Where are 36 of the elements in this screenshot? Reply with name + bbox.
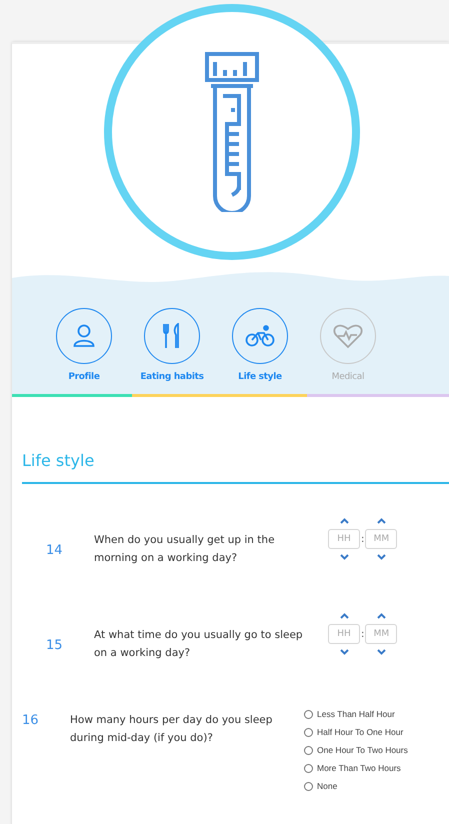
option-label[interactable]: Half Hour To One Hour <box>317 727 404 737</box>
test-tube-icon <box>205 52 259 212</box>
chevron-up-icon[interactable] <box>376 613 386 619</box>
question-text: At what time do you usually go to sleep on a working day? <box>94 628 304 661</box>
question-text: How many hours per day do you sleep during mid-day (if you do)? <box>70 713 274 746</box>
option-label[interactable]: None <box>317 781 338 791</box>
chevron-down-icon[interactable] <box>340 649 348 655</box>
chevron-down-icon[interactable] <box>376 649 386 655</box>
radio-button[interactable] <box>304 728 313 736</box>
chevron-down-icon[interactable] <box>376 554 386 560</box>
chevron-down-icon[interactable] <box>340 554 348 560</box>
question-number: 14 <box>46 542 64 558</box>
bicycle-icon <box>245 325 275 347</box>
question-text: When do you usually get up in the morning on a working day? <box>94 533 276 566</box>
option-label[interactable]: One Hour To Two Hours <box>317 745 408 755</box>
radio-button[interactable] <box>304 782 313 790</box>
chevron-up-icon[interactable] <box>340 518 348 524</box>
radio-button[interactable] <box>304 710 313 718</box>
minutes-field[interactable]: MM <box>365 624 398 644</box>
chevron-up-icon[interactable] <box>376 518 386 524</box>
question-number: 15 <box>46 638 64 652</box>
radio-button[interactable] <box>304 746 313 754</box>
heart-pulse-icon <box>333 323 363 349</box>
radio-button[interactable] <box>304 764 313 772</box>
cutlery-icon <box>162 323 182 349</box>
hours-field[interactable]: HH <box>328 624 360 644</box>
person-icon <box>73 324 95 348</box>
option-label[interactable]: More Than Two Hours <box>317 763 401 773</box>
option-label[interactable]: Less Than Half Hour <box>317 709 395 719</box>
question-number: 16 <box>22 713 40 728</box>
hours-field[interactable]: HH <box>328 529 360 549</box>
section-title: Life style <box>22 451 449 484</box>
colon-separator: : <box>361 628 364 640</box>
chevron-up-icon[interactable] <box>340 613 348 619</box>
minutes-field[interactable]: MM <box>365 529 398 549</box>
colon-separator: : <box>361 534 364 544</box>
